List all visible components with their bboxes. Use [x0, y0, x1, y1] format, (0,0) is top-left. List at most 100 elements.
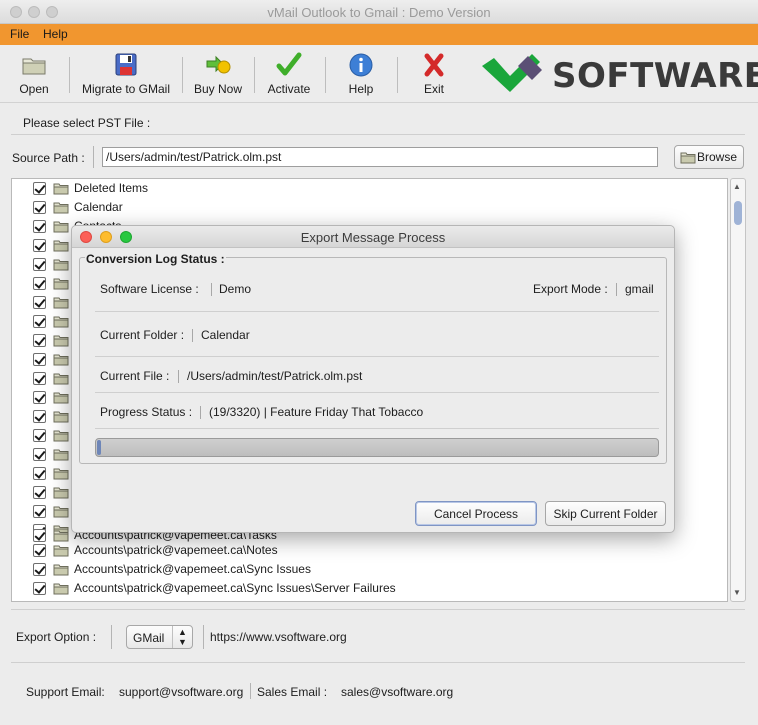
tree-item-checkbox[interactable] — [33, 467, 46, 480]
current-file-label: Current File : — [100, 369, 170, 383]
folder-icon — [680, 152, 696, 164]
skip-current-folder-button[interactable]: Skip Current Folder — [545, 501, 666, 526]
tree-item[interactable]: Accounts\patrick@vapemeet.ca\Sync Issues… — [12, 579, 727, 598]
scroll-up-icon[interactable]: ▲ — [733, 182, 741, 191]
tree-item-checkbox[interactable] — [33, 448, 46, 461]
folder-icon — [53, 240, 69, 252]
checkmark-icon — [276, 52, 302, 76]
current-folder-value: Calendar — [201, 328, 250, 342]
tree-item-checkbox[interactable] — [33, 582, 46, 595]
folder-icon — [53, 316, 69, 328]
scrollbar-thumb[interactable] — [734, 201, 742, 225]
folder-icon — [53, 392, 69, 404]
folder-open-icon — [22, 58, 46, 75]
company-logo: SOFTWARE — [482, 52, 758, 98]
tree-item-checkbox[interactable] — [33, 239, 46, 252]
tree-item-checkbox[interactable] — [33, 277, 46, 290]
export-mode-value: gmail — [625, 282, 654, 296]
progress-status-label: Progress Status : — [100, 405, 193, 419]
window-title: vMail Outlook to Gmail : Demo Version — [267, 5, 491, 20]
export-option-select[interactable]: GMail ▲ ▼ — [126, 625, 193, 649]
logo-text: SOFTWARE — [552, 56, 758, 96]
folder-icon — [53, 354, 69, 366]
save-disk-icon — [115, 53, 137, 76]
tree-item-checkbox[interactable] — [33, 296, 46, 309]
tree-item-checkbox[interactable] — [33, 220, 46, 233]
sales-email-value[interactable]: sales@vsoftware.org — [341, 685, 453, 699]
tree-item-checkbox[interactable] — [33, 182, 46, 195]
tree-item-checkbox[interactable] — [33, 315, 46, 328]
folder-icon — [53, 430, 69, 442]
folder-icon — [53, 259, 69, 271]
support-email-value[interactable]: support@vsoftware.org — [119, 685, 243, 699]
logo-mark-icon — [482, 54, 542, 92]
chevron-updown-icon: ▲ ▼ — [172, 626, 192, 648]
tree-item-checkbox[interactable] — [33, 429, 46, 442]
sales-email-label: Sales Email : — [257, 685, 328, 699]
folder-icon — [53, 278, 69, 290]
open-button[interactable]: Open — [14, 51, 54, 96]
tree-scrollbar[interactable]: ▲ ▼ — [730, 178, 746, 602]
conversion-log-group: Conversion Log Status : Software License… — [79, 252, 667, 464]
tree-item-checkbox[interactable] — [33, 486, 46, 499]
software-license-value: Demo — [219, 282, 252, 296]
tree-item-checkbox[interactable] — [33, 410, 46, 423]
dialog-titlebar: Export Message Process — [72, 226, 674, 248]
tree-item-checkbox[interactable] — [33, 391, 46, 404]
tree-item-checkbox[interactable] — [33, 334, 46, 347]
close-x-icon — [424, 53, 444, 77]
folder-icon — [53, 411, 69, 423]
source-path-label: Source Path : — [12, 151, 85, 165]
software-license-label: Software License : — [100, 282, 199, 296]
folder-icon — [53, 487, 69, 499]
folder-icon — [53, 373, 69, 385]
current-file-value: /Users/admin/test/Patrick.olm.pst — [187, 369, 363, 383]
window-titlebar: vMail Outlook to Gmail : Demo Version — [0, 0, 758, 24]
activate-button[interactable]: Activate — [264, 51, 314, 96]
folder-icon — [53, 564, 69, 576]
folder-icon — [53, 202, 69, 214]
folder-icon — [53, 221, 69, 233]
source-path-input[interactable]: /Users/admin/test/Patrick.olm.pst — [102, 147, 658, 167]
select-pst-label: Please select PST File : — [23, 116, 151, 130]
folder-icon — [53, 183, 69, 195]
progress-status-value: (19/3320) | Feature Friday That Tobacco — [209, 405, 424, 419]
tree-item[interactable]: Accounts\patrick@vapemeet.ca\Sync Issues — [12, 560, 727, 579]
tree-item-checkbox[interactable] — [33, 563, 46, 576]
folder-icon — [53, 506, 69, 518]
tree-item[interactable]: Accounts\patrick@vapemeet.ca\Notes — [12, 541, 727, 560]
tree-item-checkbox[interactable] — [33, 258, 46, 271]
exit-button[interactable]: Exit — [414, 51, 454, 96]
folder-icon — [53, 545, 69, 557]
menu-file[interactable]: File — [10, 27, 29, 41]
folder-icon — [53, 449, 69, 461]
tree-item[interactable]: Calendar — [12, 198, 727, 217]
buy-arrow-coin-icon — [206, 55, 231, 74]
tree-item-checkbox[interactable] — [33, 505, 46, 518]
tree-item[interactable]: Deleted Items — [12, 179, 727, 198]
tree-item-checkbox[interactable] — [33, 372, 46, 385]
menu-help[interactable]: Help — [43, 27, 68, 41]
menu-bar: File Help — [0, 24, 758, 45]
folder-icon — [53, 468, 69, 480]
scroll-down-icon[interactable]: ▼ — [733, 588, 741, 597]
tree-item-checkbox[interactable] — [33, 201, 46, 214]
progress-bar — [95, 438, 659, 457]
tree-item-checkbox[interactable] — [33, 353, 46, 366]
browse-button[interactable]: Browse — [674, 145, 744, 169]
migrate-to-gmail-button[interactable]: Migrate to GMail — [80, 51, 172, 96]
cancel-process-button[interactable]: Cancel Process — [415, 501, 537, 526]
export-mode-label: Export Mode : — [533, 282, 608, 296]
help-button[interactable]: Help — [341, 51, 381, 96]
folder-icon — [53, 583, 69, 595]
progress-bar-fill — [97, 440, 101, 455]
dialog-title: Export Message Process — [300, 230, 446, 245]
buy-now-button[interactable]: Buy Now — [191, 51, 245, 96]
info-icon — [349, 53, 373, 77]
folder-icon — [53, 335, 69, 347]
export-progress-dialog: Export Message Process Conversion Log St… — [71, 225, 675, 533]
support-email-label: Support Email: — [26, 685, 105, 699]
vsoftware-url[interactable]: https://www.vsoftware.org — [210, 630, 347, 644]
tree-item-checkbox[interactable] — [33, 544, 46, 557]
current-folder-label: Current Folder : — [100, 328, 185, 342]
